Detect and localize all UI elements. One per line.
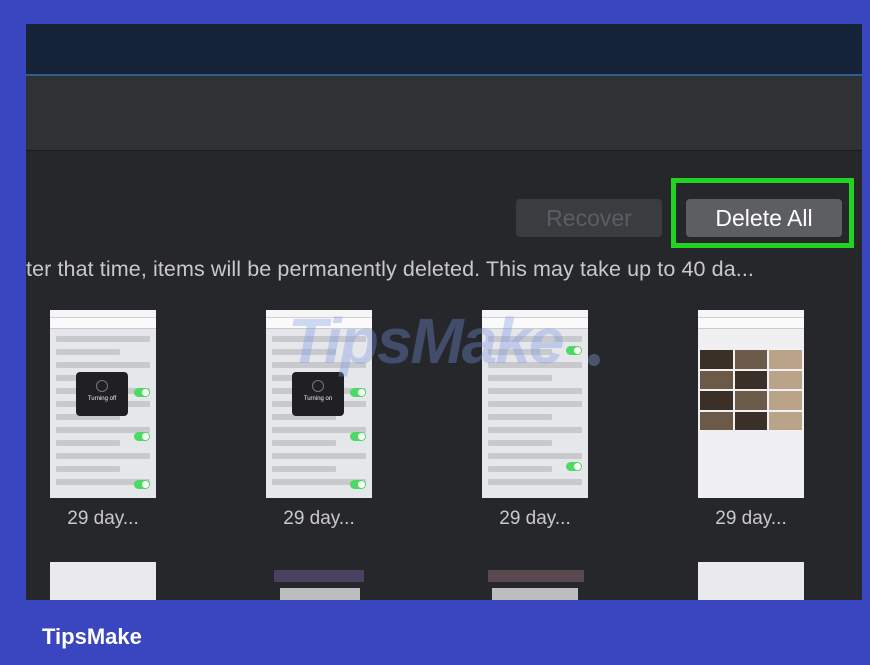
deleted-photo-thumbnail[interactable] xyxy=(698,562,804,600)
photos-app-window: Recover Delete All ter that time, items … xyxy=(26,24,862,600)
watermark-dot xyxy=(588,354,600,366)
days-remaining-label: 29 day... xyxy=(499,508,571,529)
toast-overlay: Turning off xyxy=(76,372,128,416)
deleted-photo-thumbnail[interactable] xyxy=(50,562,156,600)
recently-deleted-info-text: ter that time, items will be permanently… xyxy=(26,257,755,281)
deleted-photo-thumbnail[interactable] xyxy=(266,562,372,600)
footer-brand: TipsMake xyxy=(42,624,142,649)
tipsmake-watermark: TipsMake xyxy=(288,305,564,377)
toast-overlay: Turning on xyxy=(292,372,344,416)
days-remaining-label: 29 day... xyxy=(715,508,787,529)
deleted-photo-thumbnail[interactable]: Turning off xyxy=(50,310,156,498)
days-remaining-label: 29 day... xyxy=(67,508,139,529)
photo-grid xyxy=(700,350,802,430)
deleted-photo-thumbnail[interactable] xyxy=(698,310,804,498)
title-bar xyxy=(26,24,862,76)
toolbar xyxy=(26,76,862,151)
delete-all-highlight-box xyxy=(671,178,854,248)
recover-button[interactable]: Recover xyxy=(516,199,662,237)
deleted-photo-thumbnail[interactable] xyxy=(482,562,588,600)
days-remaining-label: 29 day... xyxy=(283,508,355,529)
